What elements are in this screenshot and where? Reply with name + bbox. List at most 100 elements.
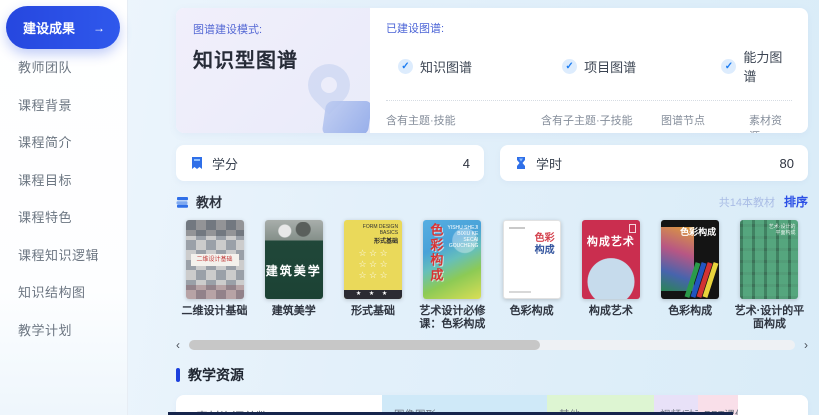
graph-mode-card: 图谱建设模式: 知识型图谱 已建设图谱: ✓ 知识图谱 ✓ 项目图谱 (176, 8, 808, 133)
hours-label: 学时 (536, 154, 562, 173)
scroll-right-icon[interactable]: › (804, 338, 808, 352)
book-title: 艺术·设计的平面构成 (731, 305, 808, 331)
checkbox-label: 能力图谱 (743, 47, 792, 85)
stat-material-resources: 素材资源 1127个 (749, 112, 792, 133)
sidebar-item-knowledge-structure[interactable]: 知识结构图 (0, 274, 127, 312)
check-icon: ✓ (398, 59, 413, 74)
books-scrollbar: ‹ › (176, 340, 808, 351)
checkbox-knowledge-graph[interactable]: ✓ 知识图谱 (398, 47, 562, 85)
sidebar-item-label: 建设成果 (23, 18, 75, 37)
check-icon: ✓ (721, 59, 736, 74)
arrow-right-icon: → (93, 21, 105, 35)
book-title: 构成艺术 (572, 305, 649, 318)
cover-title-text: 色彩构成 (680, 225, 716, 238)
book-title: 建筑美学 (255, 305, 332, 318)
book-item[interactable]: 色彩构成 色彩构成 (652, 220, 729, 331)
book-title: 色彩构成 (493, 305, 570, 318)
book-item[interactable]: 建筑美学 建筑美学 (255, 220, 332, 331)
cover-decoration (509, 291, 531, 293)
built-graphs-row: ✓ 知识图谱 ✓ 项目图谱 ✓ 能力图谱 (386, 47, 792, 85)
cover-title-text: 构成艺术 (582, 233, 640, 249)
book-cover[interactable]: FORM DESIGN BASICS 形式基础 ☆ ☆ ☆ ☆ ☆ ☆ ☆ ☆ … (344, 220, 402, 299)
cover-title-text: 色彩构成 (426, 223, 445, 283)
book-cover[interactable]: 二维设计基础 (186, 220, 244, 299)
book-title: 艺术设计必修课：色彩构成 (414, 305, 491, 331)
book-title: 二维设计基础 (176, 305, 253, 318)
cover-decoration (509, 227, 525, 229)
scrollbar-track[interactable] (189, 340, 795, 350)
cover-title-text: 二维设计基础 (191, 254, 239, 266)
section-accent-bar (176, 368, 180, 382)
credits-label: 学分 (212, 154, 238, 173)
book-cover[interactable]: 色彩构成 (661, 220, 719, 299)
book-item[interactable]: 二维设计基础 二维设计基础 (176, 220, 253, 331)
book-title: 形式基础 (335, 305, 412, 318)
graph-built-panel: 已建设图谱: ✓ 知识图谱 ✓ 项目图谱 ✓ 能力图谱 (370, 8, 808, 133)
stat-subtopics: 含有子主题·子技能 49个 (541, 112, 661, 133)
sidebar-item-course-features[interactable]: 课程特色 (0, 199, 127, 237)
book-title: 色彩构成 (652, 305, 729, 318)
info-cards-row: 学分 4 学时 80 (176, 145, 808, 181)
segment-remainder (738, 395, 808, 415)
book-cover[interactable]: 色彩 构成 (503, 220, 561, 299)
book-item[interactable]: 艺术·设计的 平面构成 艺术·设计的平面构成 (731, 220, 808, 331)
cube-decoration (322, 101, 370, 133)
book-cover[interactable]: 建筑美学 (265, 220, 323, 299)
textbooks-title: 教材 (196, 192, 222, 211)
sidebar-item-course-goals[interactable]: 课程目标 (0, 162, 127, 200)
sidebar-item-course-background[interactable]: 课程背景 (0, 87, 127, 125)
credits-value: 4 (463, 156, 470, 171)
main-content: 图谱建设模式: 知识型图谱 已建设图谱: ✓ 知识图谱 ✓ 项目图谱 (176, 0, 808, 415)
checkbox-label: 项目图谱 (584, 57, 636, 76)
cover-decoration (629, 224, 636, 233)
book-item[interactable]: FORM DESIGN BASICS 形式基础 ☆ ☆ ☆ ☆ ☆ ☆ ☆ ☆ … (335, 220, 412, 331)
scrollbar-thumb[interactable] (189, 340, 540, 350)
textbooks-icon (176, 195, 189, 208)
resources-title: 教学资源 (188, 365, 244, 385)
built-graphs-label: 已建设图谱: (386, 20, 792, 36)
scroll-left-icon[interactable]: ‹ (176, 338, 180, 352)
book-cover[interactable]: 色彩构成 YISHU SHEJI BIXIU KE SECAI GOUCHENG (423, 220, 481, 299)
checkbox-label: 知识图谱 (420, 57, 472, 76)
hours-card: 学时 80 (500, 145, 808, 181)
book-item[interactable]: 构成艺术 构成艺术 (572, 220, 649, 331)
graph-stats-row: 含有主题·技能 4个 含有子主题·子技能 49个 图谱节点 370个 素材资源 … (386, 112, 792, 133)
dotted-divider (386, 100, 792, 101)
page: 建设成果 → 教师团队 课程背景 课程简介 课程目标 课程特色 课程知识逻辑 知… (0, 0, 819, 415)
textbooks-count: 共14本教材 (719, 194, 775, 210)
sort-button[interactable]: 排序 (784, 193, 808, 210)
cover-title-text: 建筑美学 (265, 262, 323, 279)
hours-value: 80 (780, 156, 794, 171)
check-icon: ✓ (562, 59, 577, 74)
credit-book-icon (190, 156, 204, 170)
books-shelf: 二维设计基础 二维设计基础 建筑美学 建筑美学 FORM DESIGN BASI… (176, 220, 808, 331)
book-item[interactable]: 色彩构成 YISHU SHEJI BIXIU KE SECAI GOUCHENG… (414, 220, 491, 331)
cover-subtitle-text: YISHU SHEJI BIXIU KE SECAI GOUCHENG (448, 225, 479, 249)
sidebar-item-course-intro[interactable]: 课程简介 (0, 124, 127, 162)
checkbox-project-graph[interactable]: ✓ 项目图谱 (562, 47, 721, 85)
cover-title-text: 构成 (535, 241, 555, 256)
textbooks-header: 教材 共14本教材 排序 (176, 192, 808, 211)
book-item[interactable]: 色彩 构成 色彩构成 (493, 220, 570, 331)
graph-mode-label: 图谱建设模式: (193, 21, 370, 37)
stat-topics: 含有主题·技能 4个 (386, 112, 541, 133)
book-cover[interactable]: 构成艺术 (582, 220, 640, 299)
graph-mode-value: 知识型图谱 (193, 44, 370, 73)
sidebar-item-achievements[interactable]: 建设成果 → (6, 6, 120, 49)
sidebar: 建设成果 → 教师团队 课程背景 课程简介 课程目标 课程特色 课程知识逻辑 知… (0, 0, 128, 415)
cover-title-text: 形式基础 (374, 236, 398, 245)
cover-stars: ☆ ☆ ☆ ☆ ☆ ☆ ☆ ☆ ☆ (344, 248, 402, 281)
stat-graph-nodes: 图谱节点 370个 (661, 112, 749, 133)
sidebar-item-teachers[interactable]: 教师团队 (0, 49, 127, 87)
sidebar-item-knowledge-logic[interactable]: 课程知识逻辑 (0, 237, 127, 275)
sidebar-item-teaching-plan[interactable]: 教学计划 (0, 312, 127, 350)
hourglass-icon (514, 156, 528, 170)
sidebar-nav: 教师团队 课程背景 课程简介 课程目标 课程特色 课程知识逻辑 知识结构图 教学… (0, 49, 127, 349)
resources-header: 教学资源 (176, 365, 808, 385)
graph-mode-panel: 图谱建设模式: 知识型图谱 (176, 8, 370, 133)
checkbox-ability-graph[interactable]: ✓ 能力图谱 (721, 47, 792, 85)
credits-card: 学分 4 (176, 145, 484, 181)
book-cover[interactable]: 艺术·设计的 平面构成 (740, 220, 798, 299)
cover-subtitle-text: FORM DESIGN BASICS (363, 224, 398, 236)
cover-footer: ★ ★ ★ (344, 290, 402, 299)
